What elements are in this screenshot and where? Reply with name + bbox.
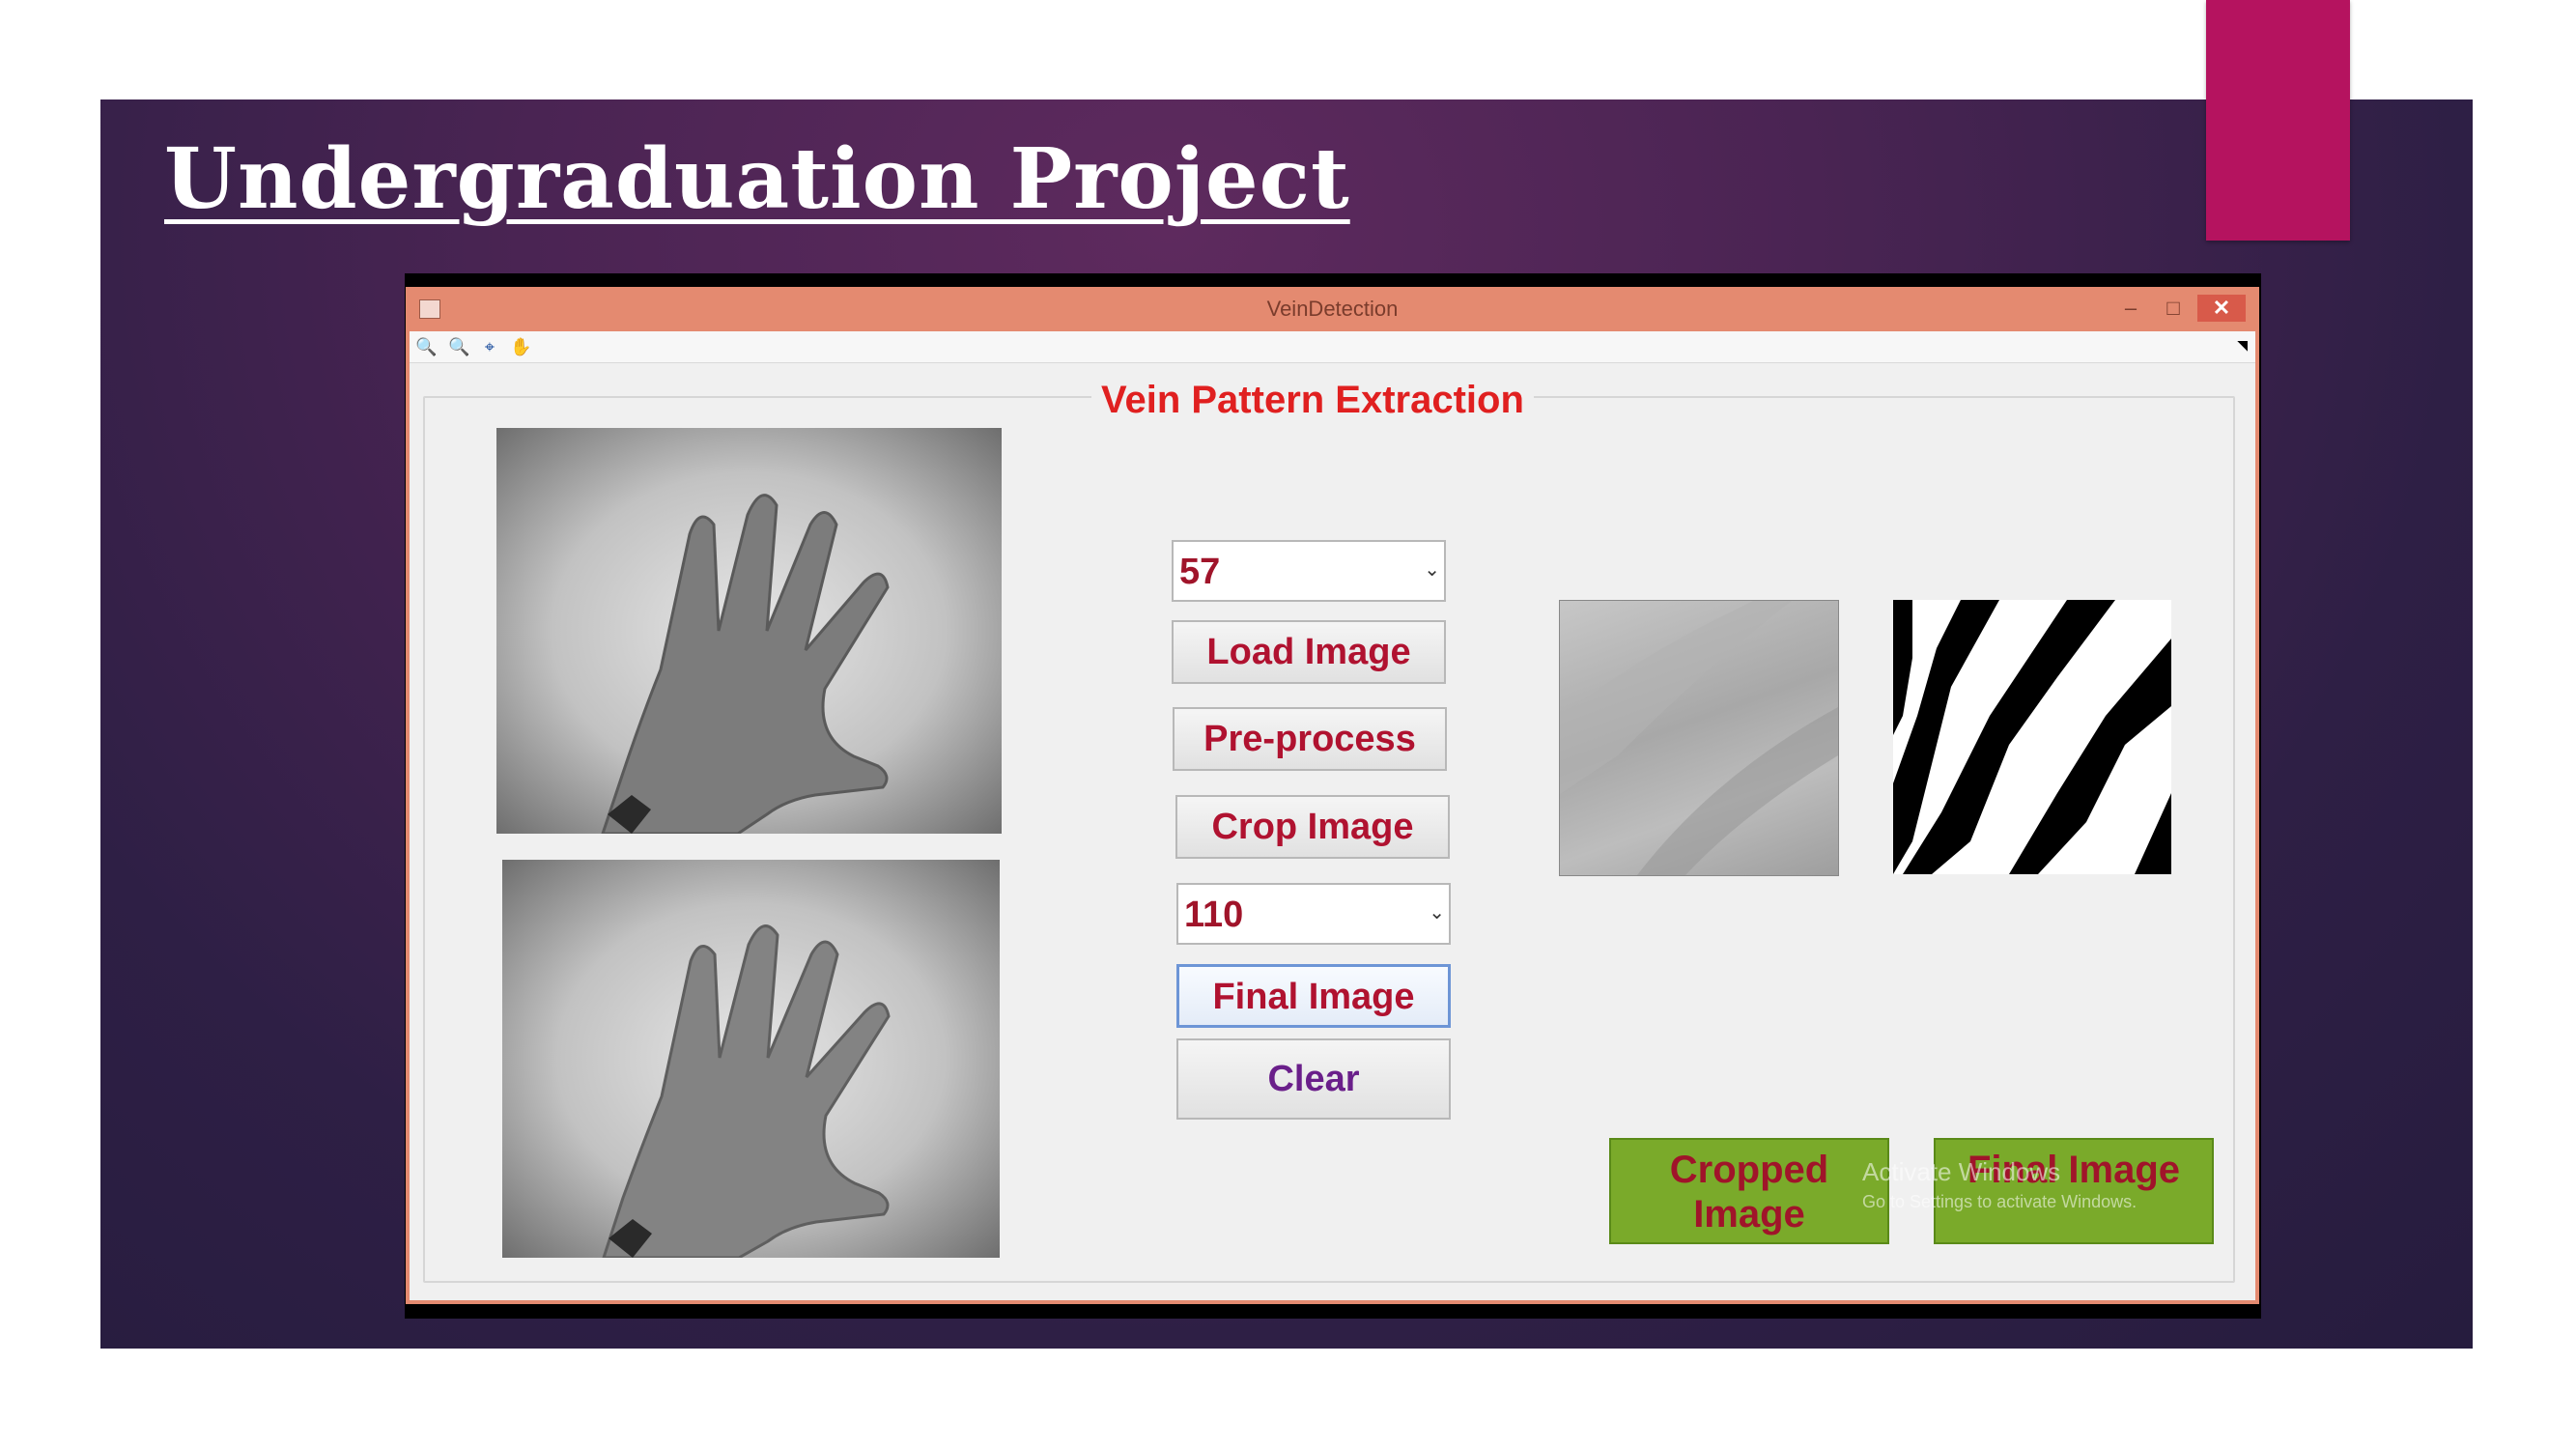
chevron-down-icon[interactable]: ⌄ bbox=[1424, 557, 1440, 582]
original-hand-image bbox=[496, 428, 1002, 834]
cropped-vein-image bbox=[1559, 600, 1839, 876]
zoom-in-icon[interactable]: 🔍 bbox=[415, 336, 437, 357]
processed-hand-image bbox=[502, 860, 1000, 1258]
cropped-image-button[interactable]: Cropped Image bbox=[1609, 1138, 1889, 1244]
maximize-button[interactable]: □ bbox=[2153, 295, 2194, 322]
threshold-select-1[interactable]: 57 ⌄ bbox=[1172, 540, 1446, 602]
final-vein-image bbox=[1893, 600, 2171, 874]
activate-windows-subtext: Go to Settings to activate Windows. bbox=[1862, 1192, 2137, 1211]
preprocess-button[interactable]: Pre-process bbox=[1173, 707, 1447, 771]
zoom-out-icon[interactable]: 🔍 bbox=[448, 336, 469, 357]
final-image-result-button[interactable]: Final Image bbox=[1934, 1138, 2214, 1244]
window-titlebar[interactable]: VeinDetection – □ ✕ bbox=[410, 287, 2255, 331]
slide-title: Undergraduation Project bbox=[164, 130, 1350, 228]
window-title: VeinDetection bbox=[1266, 297, 1399, 321]
chevron-down-icon[interactable]: ⌄ bbox=[1429, 900, 1445, 924]
threshold-select-1-value: 57 bbox=[1179, 552, 1221, 592]
minimize-button[interactable]: – bbox=[2110, 295, 2151, 322]
load-image-button[interactable]: Load Image bbox=[1172, 620, 1446, 684]
accent-tab bbox=[2206, 0, 2350, 241]
threshold-select-2-value: 110 bbox=[1184, 895, 1244, 935]
final-image-button[interactable]: Final Image bbox=[1176, 964, 1451, 1028]
data-cursor-icon[interactable]: ⌖ bbox=[479, 336, 500, 357]
activate-windows-watermark: Activate Windows bbox=[1862, 1157, 2061, 1186]
pan-hand-icon[interactable]: ✋ bbox=[510, 336, 531, 357]
close-button[interactable]: ✕ bbox=[2197, 295, 2246, 322]
clear-button[interactable]: Clear bbox=[1176, 1038, 1451, 1120]
toolbar-expand-icon[interactable]: ◥ bbox=[2237, 337, 2248, 354]
threshold-select-2[interactable]: 110 ⌄ bbox=[1176, 883, 1451, 945]
panel-title: Vein Pattern Extraction bbox=[1091, 379, 1534, 422]
crop-image-button[interactable]: Crop Image bbox=[1175, 795, 1450, 859]
figure-toolbar: 🔍 🔍 ⌖ ✋ ◥ bbox=[410, 331, 2255, 363]
